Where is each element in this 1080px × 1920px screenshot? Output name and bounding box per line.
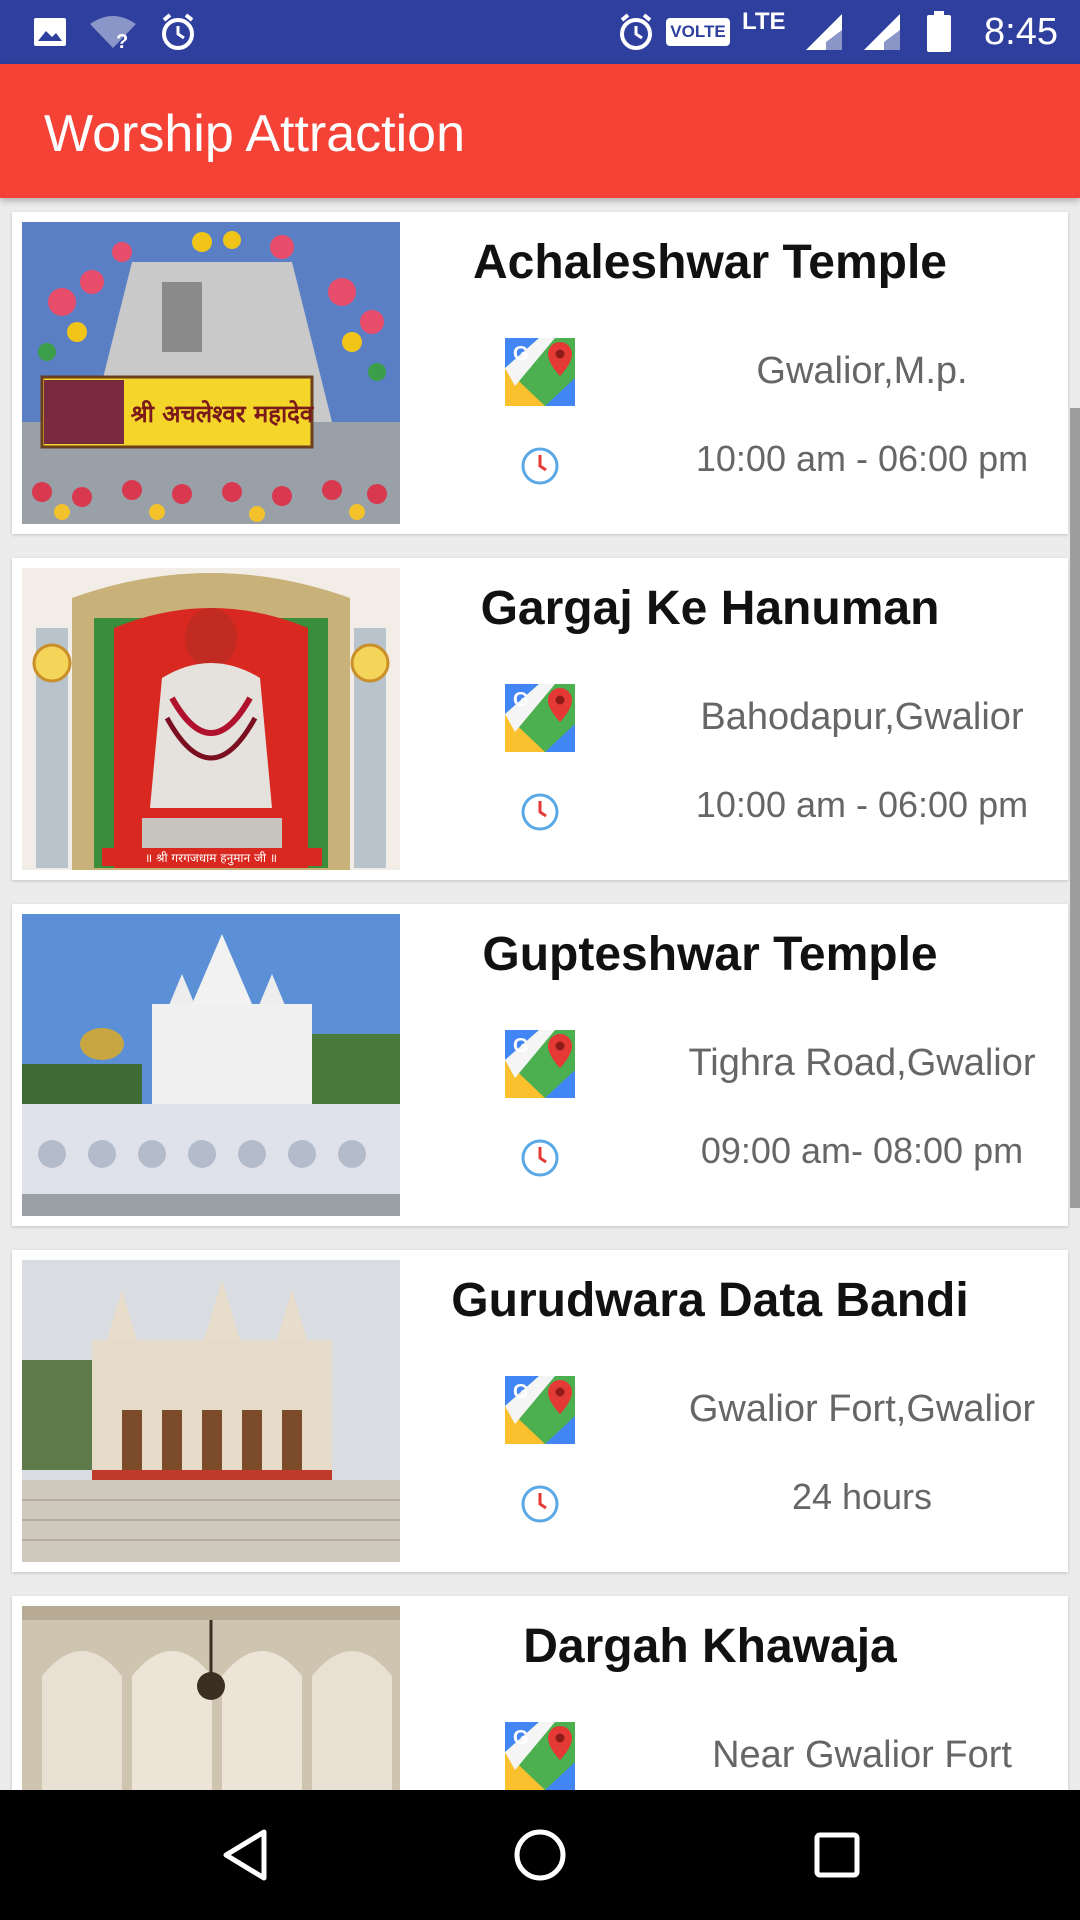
svg-text:G: G <box>513 343 529 365</box>
google-maps-icon[interactable]: G <box>505 1722 575 1790</box>
place-photo <box>22 914 400 1216</box>
place-card[interactable]: ॥ श्री गरगजधाम हनुमान जी ॥ Gargaj Ke Han… <box>12 558 1068 880</box>
google-maps-icon[interactable]: G <box>505 1376 575 1444</box>
place-name: Achaleshwar Temple <box>473 236 947 289</box>
svg-text:?: ? <box>116 31 128 50</box>
battery-icon <box>922 11 956 52</box>
recents-icon[interactable] <box>797 1820 877 1890</box>
signal-icon <box>802 12 846 52</box>
svg-text:G: G <box>513 689 529 711</box>
network-type: LTE <box>742 8 786 35</box>
page-title: Worship Attraction <box>44 105 466 163</box>
list-scrollbar[interactable] <box>1070 408 1080 1208</box>
app-toolbar: Worship Attraction <box>0 64 1080 198</box>
place-hours: 10:00 am - 06:00 pm <box>695 438 1029 479</box>
place-name: Dargah Khawaja <box>523 1620 897 1673</box>
place-name: Gupteshwar Temple <box>482 928 938 981</box>
clock-icon <box>520 446 560 486</box>
clock-icon <box>520 1138 560 1178</box>
svg-text:G: G <box>513 1035 529 1057</box>
place-card[interactable]: Dargah Khawaja G Near Gwalior Fort <box>12 1596 1068 1790</box>
place-hours: 24 hours <box>791 1476 933 1517</box>
place-photo <box>22 1606 400 1790</box>
image-icon <box>30 12 70 52</box>
place-location: Bahodapur,Gwalior <box>700 696 1024 738</box>
signal-icon <box>860 12 904 52</box>
place-photo: ॥ श्री गरगजधाम हनुमान जी ॥ <box>22 568 400 870</box>
place-photo-caption: ॥ श्री गरगजधाम हनुमान जी ॥ <box>145 851 277 866</box>
worship-place-list[interactable]: श्री अचलेश्वर महादेव Achaleshwar Temple … <box>0 198 1080 1790</box>
clock-icon <box>520 1484 560 1524</box>
system-nav-bar <box>0 1790 1080 1920</box>
google-maps-icon[interactable]: G <box>505 684 575 752</box>
alarm-icon <box>614 12 658 52</box>
alarm-icon <box>156 12 200 52</box>
volte-badge: VOLTE <box>666 18 730 46</box>
place-location: Near Gwalior Fort <box>712 1734 1012 1776</box>
svg-text:G: G <box>513 1727 529 1749</box>
place-photo-sign: श्री अचलेश्वर महादेव <box>131 400 315 428</box>
place-location: Gwalior Fort,Gwalior <box>688 1388 1036 1430</box>
place-photo <box>22 1260 400 1562</box>
google-maps-icon[interactable]: G <box>505 338 575 406</box>
place-card[interactable]: Gupteshwar Temple G Tighra Road,Gwalior … <box>12 904 1068 1226</box>
place-name: Gurudwara Data Bandi <box>451 1274 969 1327</box>
home-icon[interactable] <box>500 1820 580 1890</box>
status-bar: ? VOLTE LTE 8:45 <box>0 0 1080 64</box>
clock-icon <box>520 792 560 832</box>
place-location: Gwalior,M.p. <box>756 350 968 392</box>
google-maps-icon[interactable]: G <box>505 1030 575 1098</box>
status-clock: 8:45 <box>984 11 1058 53</box>
back-icon[interactable] <box>205 1820 285 1890</box>
place-hours: 10:00 am - 06:00 pm <box>695 784 1029 825</box>
svg-text:G: G <box>513 1381 529 1403</box>
place-card[interactable]: Gurudwara Data Bandi G Gwalior Fort,Gwal… <box>12 1250 1068 1572</box>
place-name: Gargaj Ke Hanuman <box>480 582 940 635</box>
place-hours: 09:00 am- 08:00 pm <box>700 1130 1024 1171</box>
place-card[interactable]: श्री अचलेश्वर महादेव Achaleshwar Temple … <box>12 212 1068 534</box>
wifi-unknown-icon: ? <box>88 12 138 52</box>
place-photo: श्री अचलेश्वर महादेव <box>22 222 400 524</box>
place-location: Tighra Road,Gwalior <box>688 1042 1036 1084</box>
